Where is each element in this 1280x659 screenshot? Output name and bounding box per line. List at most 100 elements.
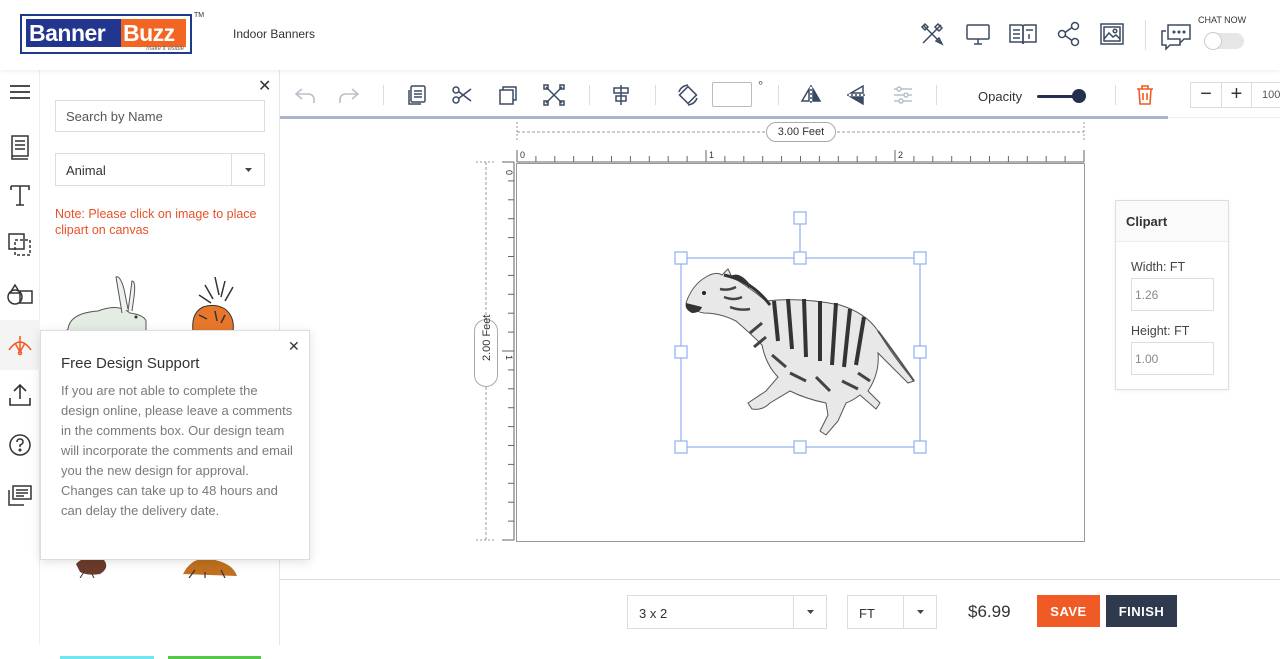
- page-title: Indoor Banners: [233, 27, 316, 41]
- resize-handle[interactable]: [674, 440, 688, 454]
- logo-trademark: TM: [194, 12, 205, 19]
- degree-symbol: °: [758, 78, 764, 93]
- resize-handle[interactable]: [674, 345, 688, 359]
- bannerbuzz-logo[interactable]: Banner Buzz make it visible: [20, 14, 192, 54]
- comments-icon[interactable]: [6, 481, 34, 509]
- zoom-value[interactable]: 100: [1251, 83, 1280, 107]
- opacity-slider-handle[interactable]: [1072, 89, 1086, 103]
- unit-value: FT: [859, 606, 875, 621]
- trash-icon[interactable]: [1133, 83, 1157, 107]
- flip-vertical-icon[interactable]: [845, 83, 869, 107]
- zebra-clipart: [685, 268, 915, 436]
- menu-icon[interactable]: [6, 78, 34, 106]
- clipart-icon[interactable]: [6, 330, 34, 358]
- book-icon[interactable]: [1008, 21, 1038, 47]
- preview-desktop-icon[interactable]: [965, 21, 991, 47]
- header-divider: [1145, 20, 1146, 50]
- clipart-properties: Clipart Width: FT Height: FT: [1115, 200, 1229, 390]
- chat-now-toggle[interactable]: [1204, 32, 1244, 50]
- resize-handle[interactable]: [913, 440, 927, 454]
- support-body: If you are not able to complete the desi…: [61, 383, 293, 518]
- search-input[interactable]: [55, 100, 265, 132]
- edit-toolbar: ° Opacity − + 100: [280, 70, 1280, 118]
- zoom-out-button[interactable]: −: [1191, 83, 1221, 107]
- chat-now-label: CHAT NOW: [1198, 15, 1247, 25]
- ungroup-icon[interactable]: [542, 83, 566, 107]
- text-icon[interactable]: [6, 181, 34, 209]
- ruler-y-label: 0: [504, 170, 514, 175]
- price: $6.99: [968, 602, 1011, 621]
- rotation-input[interactable]: [712, 82, 752, 107]
- ruler-x-label: 1: [709, 150, 714, 160]
- ruler-x-label: 2: [898, 150, 903, 160]
- duplicate-icon[interactable]: [496, 83, 520, 107]
- width-label: Width: FT: [1131, 260, 1186, 274]
- resize-handle[interactable]: [674, 251, 688, 265]
- copy-icon[interactable]: [405, 83, 429, 107]
- rotate-handle[interactable]: [793, 211, 807, 225]
- toolbar-separator: [589, 85, 590, 105]
- toolbar-separator: [383, 85, 384, 105]
- toggle-knob: [1204, 32, 1222, 50]
- design-tools-icon[interactable]: [919, 21, 945, 47]
- logo-buzz-text: Buzz: [121, 19, 186, 47]
- adjustments-icon[interactable]: [891, 83, 915, 107]
- ruler-x-ticks: [516, 150, 1085, 162]
- selected-clipart[interactable]: [670, 205, 935, 460]
- image-icon[interactable]: [1099, 21, 1125, 47]
- resize-handle[interactable]: [913, 251, 927, 265]
- chevron-down-icon: [231, 154, 264, 185]
- support-title: Free Design Support: [61, 355, 200, 372]
- size-value: 3 x 2: [639, 606, 668, 621]
- clipart-note: Note: Please click on image to place cli…: [55, 207, 257, 237]
- free-design-support-popup: ✕ Free Design Support If you are not abl…: [40, 330, 310, 560]
- toolbar-separator: [655, 85, 656, 105]
- toolbar-separator: [936, 85, 937, 105]
- logo-banner-text: Banner: [26, 19, 121, 47]
- redo-icon[interactable]: [337, 83, 361, 107]
- height-label: Height: FT: [1131, 324, 1190, 338]
- canvas-width-label: 3.00 Feet: [766, 122, 836, 142]
- opacity-label: Opacity: [978, 89, 1023, 104]
- template-icon[interactable]: [6, 132, 34, 160]
- close-icon[interactable]: ✕: [258, 76, 271, 96]
- save-button[interactable]: SAVE: [1037, 595, 1100, 627]
- size-select[interactable]: 3 x 2: [627, 595, 827, 629]
- zoom-control: − + 100: [1190, 82, 1280, 108]
- cut-icon[interactable]: [450, 83, 474, 107]
- layers-icon[interactable]: [6, 231, 34, 259]
- header: Banner Buzz make it visible TM Indoor Ba…: [0, 0, 1280, 70]
- unit-select[interactable]: FT: [847, 595, 937, 629]
- canvas-height-text: 2.00 Feet: [481, 314, 493, 361]
- shapes-icon[interactable]: [6, 281, 34, 309]
- rotate-icon[interactable]: [676, 83, 700, 107]
- chevron-down-icon: [903, 596, 936, 628]
- flip-horizontal-icon[interactable]: [799, 83, 823, 107]
- logo-tagline: make it visible: [146, 46, 184, 52]
- share-icon[interactable]: [1056, 21, 1082, 47]
- align-center-icon[interactable]: [609, 83, 633, 107]
- close-icon[interactable]: ✕: [288, 338, 300, 355]
- undo-icon[interactable]: [293, 83, 317, 107]
- clipart-thumb-rabbit[interactable]: [58, 273, 158, 331]
- finish-button[interactable]: FINISH: [1106, 595, 1177, 627]
- category-value: Animal: [66, 163, 106, 178]
- upload-icon[interactable]: [6, 381, 34, 409]
- resize-handle[interactable]: [793, 251, 807, 265]
- chat-icon[interactable]: [1160, 21, 1192, 51]
- chevron-down-icon: [793, 596, 826, 628]
- ruler-y-ticks: [502, 161, 514, 541]
- width-input[interactable]: [1131, 278, 1214, 311]
- zoom-in-button[interactable]: +: [1221, 83, 1251, 107]
- help-icon[interactable]: [6, 431, 34, 459]
- clipart-thumb-tiger[interactable]: [185, 275, 245, 331]
- canvas-height-label: 2.00 Feet: [474, 314, 498, 387]
- properties-title: Clipart: [1126, 214, 1168, 229]
- ruler-y-label: 1: [504, 355, 514, 360]
- category-select[interactable]: Animal: [55, 153, 265, 186]
- tool-rail: [0, 70, 40, 645]
- resize-handle[interactable]: [793, 440, 807, 454]
- resize-handle[interactable]: [913, 345, 927, 359]
- height-input[interactable]: [1131, 342, 1214, 375]
- toolbar-separator: [778, 85, 779, 105]
